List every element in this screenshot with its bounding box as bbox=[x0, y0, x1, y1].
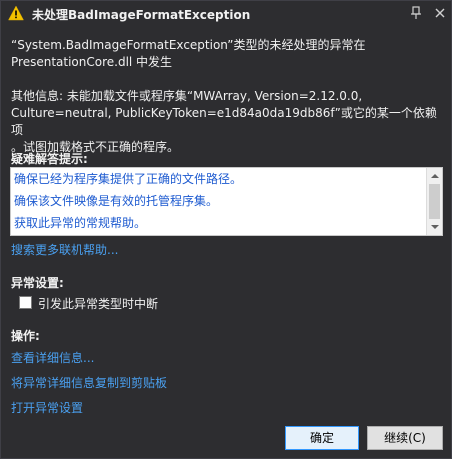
checkbox[interactable] bbox=[19, 296, 32, 309]
search-online-help-link[interactable]: 搜索更多联机帮助... bbox=[11, 241, 118, 258]
open-exception-settings-link[interactable]: 打开异常设置 bbox=[11, 399, 83, 416]
continue-button[interactable]: 继续(C) bbox=[367, 426, 443, 450]
tip-link-managed-assembly[interactable]: 确保该文件映像是有效的托管程序集。 bbox=[14, 192, 218, 209]
scroll-up-icon[interactable] bbox=[430, 171, 440, 181]
tip-link-file-path[interactable]: 确保已经为程序集提供了正确的文件路径。 bbox=[14, 170, 242, 187]
dialog-title: 未处理BadImageFormatException bbox=[32, 8, 251, 22]
ok-button[interactable]: 确定 bbox=[285, 426, 359, 450]
tips-scrollbar[interactable] bbox=[426, 168, 442, 235]
scroll-down-icon[interactable] bbox=[430, 222, 440, 232]
troubleshooting-tips-list[interactable]: 确保已经为程序集提供了正确的文件路径。 确保该文件映像是有效的托管程序集。 获取… bbox=[10, 167, 443, 236]
title-bar[interactable]: 未处理BadImageFormatException bbox=[1, 1, 451, 27]
checkbox-label[interactable]: 引发此异常类型时中断 bbox=[38, 295, 158, 312]
additional-info: 其他信息: 未能加载文件或程序集“MWArray, Version=2.12.0… bbox=[11, 88, 443, 156]
exception-dialog: 未处理BadImageFormatException “System.BadIm… bbox=[0, 0, 452, 459]
pin-icon[interactable] bbox=[408, 5, 424, 21]
troubleshooting-heading: 疑难解答提示: bbox=[11, 152, 88, 166]
close-icon[interactable] bbox=[432, 5, 448, 21]
scroll-thumb[interactable] bbox=[429, 184, 440, 219]
message-line: PresentationCore.dll 中发生 bbox=[11, 55, 173, 69]
message-line: “System.BadImageFormatException”类型的未经处理的… bbox=[11, 38, 366, 52]
info-line: 其他信息: 未能加载文件或程序集“MWArray, Version=2.12.0… bbox=[11, 89, 363, 103]
exception-message: “System.BadImageFormatException”类型的未经处理的… bbox=[11, 37, 443, 71]
exception-settings-heading: 异常设置: bbox=[11, 276, 64, 290]
view-details-link[interactable]: 查看详细信息... bbox=[11, 349, 94, 366]
warning-icon bbox=[8, 5, 24, 21]
tip-link-general-help[interactable]: 获取此异常的常规帮助。 bbox=[14, 214, 146, 231]
copy-details-link[interactable]: 将异常详细信息复制到剪贴板 bbox=[11, 374, 167, 391]
info-line: Culture=neutral, PublicKeyToken=e1d84a0d… bbox=[11, 106, 437, 137]
actions-heading: 操作: bbox=[11, 329, 40, 343]
